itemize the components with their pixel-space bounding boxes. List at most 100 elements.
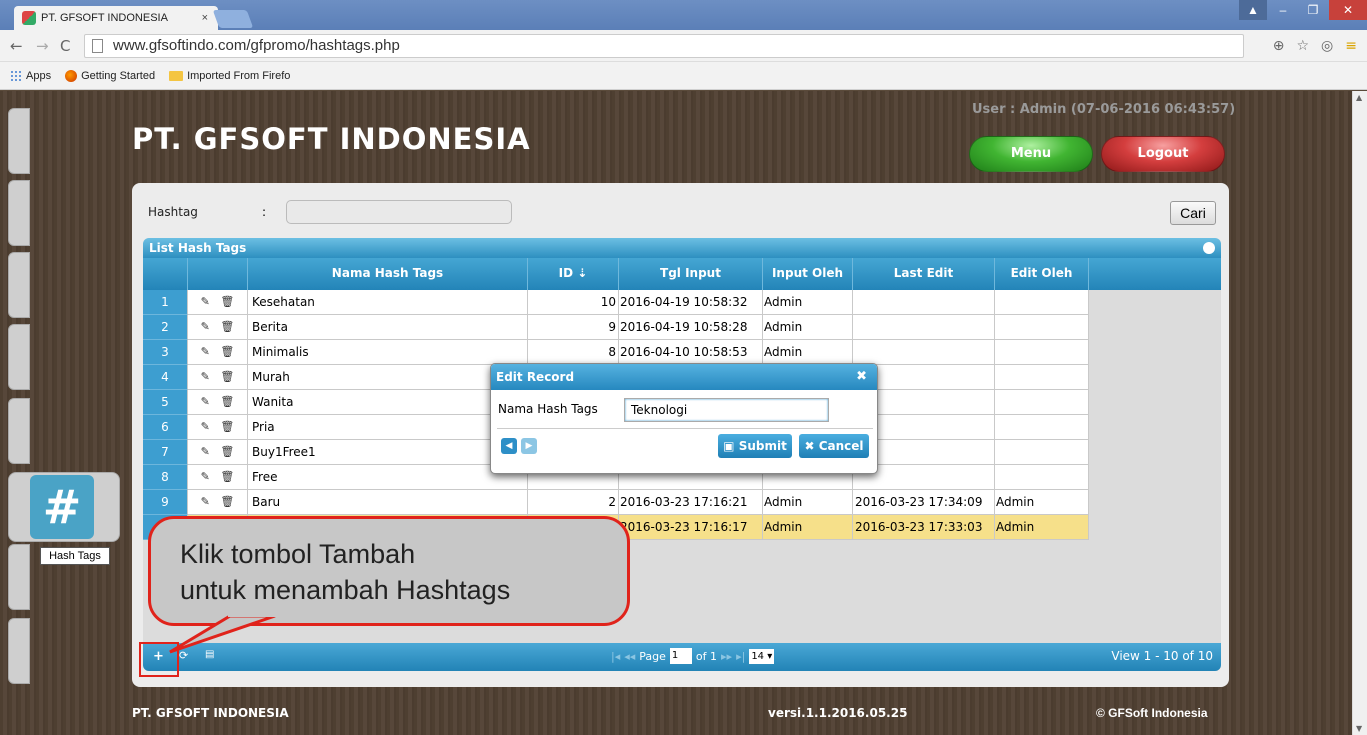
rows-per-page-select[interactable]: 14 ▾ [749, 648, 775, 664]
delete-trash-icon[interactable]: 🗑 [220, 370, 234, 383]
cell-n: 4 [143, 365, 188, 390]
side-tab[interactable] [8, 544, 30, 610]
delete-trash-icon[interactable]: 🗑 [220, 345, 234, 358]
table-row[interactable]: 9 ✎ 🗑 Baru 2 2016-03-23 17:16:21 Admin 2016-03… [143, 490, 1089, 515]
menu-button[interactable]: Menu [969, 136, 1093, 172]
cell-name: Buy1Free1 [248, 440, 528, 465]
dialog-close-icon[interactable]: ✖ [856, 364, 867, 390]
extension-icon[interactable]: ◎ [1321, 38, 1333, 54]
cancel-button[interactable]: ✖ Cancel [799, 434, 869, 458]
edit-pencil-icon[interactable]: ✎ [201, 320, 210, 333]
delete-trash-icon[interactable]: 🗑 [220, 470, 234, 483]
reload-icon[interactable]: C [60, 37, 70, 55]
edit-pencil-icon[interactable]: ✎ [201, 470, 210, 483]
minimize-icon[interactable]: – [1269, 0, 1297, 20]
page-icon [92, 39, 103, 53]
page-input[interactable]: 1 [669, 648, 692, 664]
side-tab[interactable] [8, 180, 30, 246]
bookmarks-bar: Apps Getting Started Imported From Firef… [0, 62, 1367, 90]
side-tab[interactable] [8, 252, 30, 318]
tab-close-icon[interactable]: × [202, 12, 208, 24]
table-row[interactable]: 1 ✎ 🗑 Kesehatan 10 2016-04-19 10:58:32 Admin [143, 290, 1089, 315]
col-actions [188, 258, 248, 290]
bookmark-apps[interactable]: Apps [10, 69, 51, 82]
browser-tab[interactable]: PT. GFSOFT INDONESIA × [14, 6, 218, 30]
col-last-edit[interactable]: Last Edit [853, 258, 995, 290]
table-row[interactable]: 2 ✎ 🗑 Berita 9 2016-04-19 10:58:28 Admin [143, 315, 1089, 340]
browser-titlebar: PT. GFSOFT INDONESIA × ▲ – ❐ ✕ [0, 0, 1367, 30]
bookmark-star-icon[interactable]: ☆ [1296, 38, 1309, 54]
next-record-icon[interactable]: ▶ [521, 438, 537, 454]
new-tab-button[interactable] [212, 10, 254, 28]
side-tab[interactable] [8, 108, 30, 174]
of-pages-label: of 1 [695, 649, 718, 663]
edit-pencil-icon[interactable]: ✎ [201, 370, 210, 383]
back-arrow-icon[interactable]: ← [10, 37, 23, 55]
logout-button[interactable]: Logout [1101, 136, 1225, 172]
row-actions: ✎ 🗑 [188, 415, 248, 440]
cell-n: 3 [143, 340, 188, 365]
page-scrollbar[interactable]: ▲ ▼ [1352, 91, 1367, 735]
edit-pencil-icon[interactable]: ✎ [201, 395, 210, 408]
edit-pencil-icon[interactable]: ✎ [201, 420, 210, 433]
hashtag-icon[interactable]: # [30, 475, 94, 539]
delete-trash-icon[interactable]: 🗑 [220, 445, 234, 458]
last-page-icon[interactable]: ▸| [736, 650, 745, 663]
cell-editby [995, 415, 1089, 440]
cell-id: 2 [528, 490, 619, 515]
cell-last: 2016-03-23 17:33:03 [853, 515, 995, 540]
address-bar[interactable]: www.gfsoftindo.com/gfpromo/hashtags.php [84, 34, 1244, 58]
submit-button[interactable]: ▣ Submit [718, 434, 792, 458]
zoom-icon[interactable]: ⊕ [1273, 38, 1285, 54]
edit-pencil-icon[interactable]: ✎ [201, 295, 210, 308]
cell-last [853, 340, 995, 365]
window-controls: ▲ – ❐ ✕ [1239, 0, 1367, 22]
side-tab[interactable] [8, 398, 30, 464]
col-rownum [143, 258, 188, 290]
delete-trash-icon[interactable]: 🗑 [220, 295, 234, 308]
delete-trash-icon[interactable]: 🗑 [220, 320, 234, 333]
cell-id: 8 [528, 340, 619, 365]
search-button[interactable]: Cari [1170, 201, 1216, 225]
edit-record-dialog: Edit Record ✖ Nama Hash Tags Teknologi ◀… [490, 363, 878, 474]
edit-pencil-icon[interactable]: ✎ [201, 345, 210, 358]
side-tab[interactable] [8, 618, 30, 684]
scroll-up-icon[interactable]: ▲ [1356, 93, 1362, 102]
bookmark-getting-started[interactable]: Getting Started [65, 69, 155, 82]
cell-last [853, 290, 995, 315]
side-tab[interactable] [8, 324, 30, 390]
col-name[interactable]: Nama Hash Tags [248, 258, 528, 290]
user-profile-icon[interactable]: ▲ [1239, 0, 1267, 20]
forward-arrow-icon[interactable]: → [36, 37, 49, 55]
prev-record-icon[interactable]: ◀ [501, 438, 517, 454]
nama-hash-tags-input[interactable]: Teknologi [624, 398, 829, 422]
grid-caption: List Hash Tags [143, 238, 1221, 258]
browser-toolbar: ← → C www.gfsoftindo.com/gfpromo/hashtag… [0, 30, 1367, 62]
delete-trash-icon[interactable]: 🗑 [220, 495, 234, 508]
bookmark-imported[interactable]: Imported From Firefo [169, 70, 290, 82]
cell-editby [995, 390, 1089, 415]
col-id[interactable]: ID ⇣ [528, 258, 619, 290]
window-close-icon[interactable]: ✕ [1329, 0, 1367, 20]
scroll-down-icon[interactable]: ▼ [1356, 724, 1362, 733]
col-edit-oleh[interactable]: Edit Oleh [995, 258, 1089, 290]
prev-page-icon[interactable]: ◂◂ [624, 650, 635, 663]
table-row[interactable]: 3 ✎ 🗑 Minimalis 8 2016-04-10 10:58:53 Admin [143, 340, 1089, 365]
col-tgl-input[interactable]: Tgl Input [619, 258, 763, 290]
hashtag-search-input[interactable] [286, 200, 512, 224]
restore-icon[interactable]: ❐ [1299, 0, 1327, 20]
edit-pencil-icon[interactable]: ✎ [201, 445, 210, 458]
cell-n: 7 [143, 440, 188, 465]
collapse-icon[interactable] [1203, 242, 1215, 254]
cell-by: Admin [763, 340, 853, 365]
first-page-icon[interactable]: |◂ [611, 650, 620, 663]
edit-pencil-icon[interactable]: ✎ [201, 495, 210, 508]
next-page-icon[interactable]: ▸▸ [721, 650, 732, 663]
menu-hamburger-icon[interactable]: ≡ [1345, 38, 1357, 54]
cell-editby: Admin [995, 490, 1089, 515]
cell-n: 2 [143, 315, 188, 340]
dialog-titlebar[interactable]: Edit Record ✖ [491, 364, 877, 390]
delete-trash-icon[interactable]: 🗑 [220, 420, 234, 433]
delete-trash-icon[interactable]: 🗑 [220, 395, 234, 408]
col-input-oleh[interactable]: Input Oleh [763, 258, 853, 290]
